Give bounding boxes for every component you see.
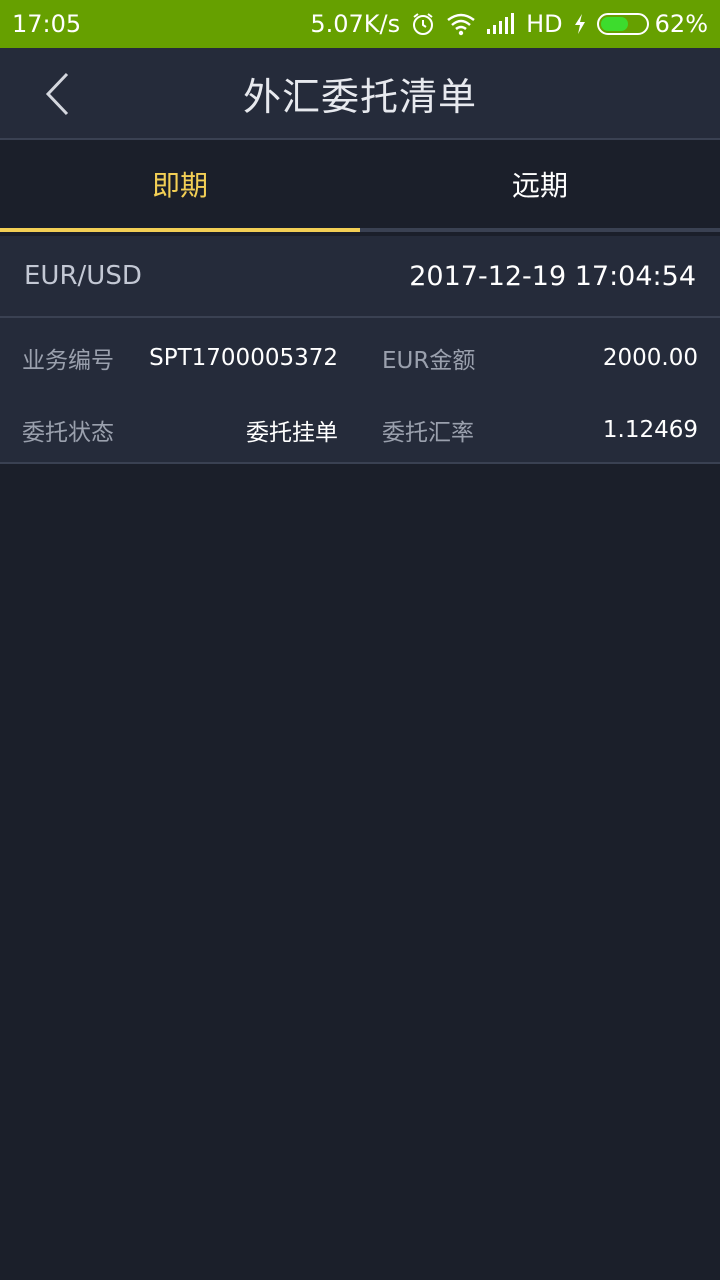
status-time: 17:05 bbox=[12, 10, 82, 38]
battery-icon: 62% bbox=[596, 10, 708, 38]
wifi-icon bbox=[446, 12, 476, 36]
battery-body bbox=[596, 13, 649, 35]
order-datetime: 2017-12-19 17:04:54 bbox=[409, 260, 696, 292]
page-title: 外汇委托清单 bbox=[242, 74, 477, 119]
rate-label: 委托汇率 bbox=[382, 420, 474, 446]
detail-row: 委托状态 委托挂单 委托汇率 1.12469 bbox=[0, 394, 720, 466]
app-bar: 外汇委托清单 bbox=[0, 48, 720, 140]
currency-pair: EUR/USD bbox=[24, 261, 142, 291]
network-type: HD bbox=[526, 10, 563, 38]
business-no-value: SPT1700005372 bbox=[149, 345, 338, 371]
net-speed: 5.07K/s bbox=[310, 10, 401, 38]
status-label: 委托状态 bbox=[22, 420, 114, 446]
rate-value: 1.12469 bbox=[602, 417, 698, 443]
order-details[interactable]: 业务编号 SPT1700005372 EUR金额 2000.00 委托状态 委托… bbox=[0, 318, 720, 464]
status-bar: 17:05 5.07K/s HD 62% bbox=[0, 0, 720, 48]
detail-row: 业务编号 SPT1700005372 EUR金额 2000.00 bbox=[0, 322, 720, 394]
status-right: 5.07K/s HD 62% bbox=[310, 10, 708, 38]
empty-content-area bbox=[0, 464, 720, 1280]
charging-icon bbox=[573, 13, 587, 35]
status-value: 委托挂单 bbox=[246, 420, 338, 446]
alarm-icon bbox=[410, 11, 436, 37]
business-no-label: 业务编号 bbox=[22, 348, 114, 374]
order-header[interactable]: EUR/USD 2017-12-19 17:04:54 bbox=[0, 236, 720, 318]
tab-spot[interactable]: 即期 bbox=[0, 140, 360, 232]
amount-value: 2000.00 bbox=[602, 345, 698, 371]
battery-percent: 62% bbox=[654, 10, 708, 38]
tab-bar: 即期 远期 bbox=[0, 140, 720, 232]
chevron-left-icon bbox=[45, 72, 69, 116]
back-button[interactable] bbox=[30, 66, 86, 122]
signal-icon bbox=[486, 13, 516, 35]
battery-fill bbox=[600, 17, 628, 31]
tab-forward[interactable]: 远期 bbox=[360, 140, 720, 228]
amount-label: EUR金额 bbox=[382, 348, 476, 374]
